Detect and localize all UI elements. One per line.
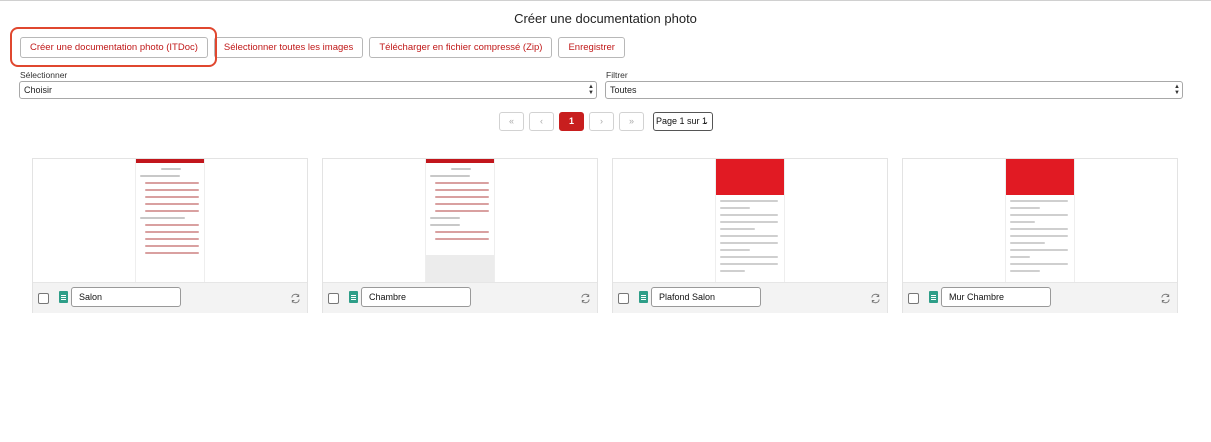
page-select[interactable]: Page 1 sur 1 ⌄ [653,112,713,131]
updown-arrows-icon: ▲ ▼ [588,84,594,96]
document-icon [639,291,648,303]
chevron-down-icon: ⌄ [702,117,709,126]
refresh-icon[interactable] [1160,293,1171,304]
screenshot-preview [135,159,205,282]
last-page-button[interactable]: » [619,112,644,131]
image-name-input[interactable] [71,287,181,307]
select-label: Sélectionner [20,70,68,80]
select-dropdown[interactable]: Choisir ▲ ▼ [19,81,597,99]
image-card[interactable] [612,158,888,313]
filter-dropdown[interactable]: Toutes ▲ ▼ [605,81,1183,99]
select-all-images-button[interactable]: Sélectionner toutes les images [213,37,364,58]
filter-label: Filtrer [606,70,628,80]
screenshot-preview [425,159,495,282]
document-icon [929,291,938,303]
card-footer [323,282,597,313]
refresh-icon[interactable] [290,293,301,304]
updown-arrows-icon: ▲ ▼ [1174,84,1180,96]
select-value: Choisir [24,85,53,95]
create-itdoc-button[interactable]: Créer une documentation photo (ITDoc) [20,37,208,58]
image-name-input[interactable] [941,287,1051,307]
select-checkbox[interactable] [618,293,629,304]
current-page-button[interactable]: 1 [559,112,584,131]
card-footer [33,282,307,313]
page-title: Créer une documentation photo [514,11,697,26]
save-button[interactable]: Enregistrer [558,37,625,58]
page-select-value: Page 1 sur 1 [656,116,708,126]
select-checkbox[interactable] [38,293,49,304]
screenshot-preview [715,159,785,282]
image-card[interactable] [902,158,1178,313]
document-icon [59,291,68,303]
image-name-input[interactable] [361,287,471,307]
toolbar: Créer une documentation photo (ITDoc) Sé… [10,27,625,67]
download-zip-button[interactable]: Télécharger en fichier compressé (Zip) [369,37,553,58]
document-icon [349,291,358,303]
refresh-icon[interactable] [870,293,881,304]
image-thumbnail[interactable] [323,159,597,282]
pagination: « ‹ 1 › » Page 1 sur 1 ⌄ [499,112,713,131]
image-name-input[interactable] [651,287,761,307]
next-page-button[interactable]: › [589,112,614,131]
select-checkbox[interactable] [328,293,339,304]
prev-page-button[interactable]: ‹ [529,112,554,131]
card-footer [903,282,1177,313]
image-card[interactable] [322,158,598,313]
first-page-button[interactable]: « [499,112,524,131]
image-thumbnail[interactable] [33,159,307,282]
create-itdoc-wrapper: Créer une documentation photo (ITDoc) [10,27,217,67]
image-thumbnail[interactable] [613,159,887,282]
filter-value: Toutes [610,85,637,95]
select-checkbox[interactable] [908,293,919,304]
card-footer [613,282,887,313]
image-card[interactable] [32,158,308,313]
image-thumbnail[interactable] [903,159,1177,282]
screenshot-preview [1005,159,1075,282]
refresh-icon[interactable] [580,293,591,304]
